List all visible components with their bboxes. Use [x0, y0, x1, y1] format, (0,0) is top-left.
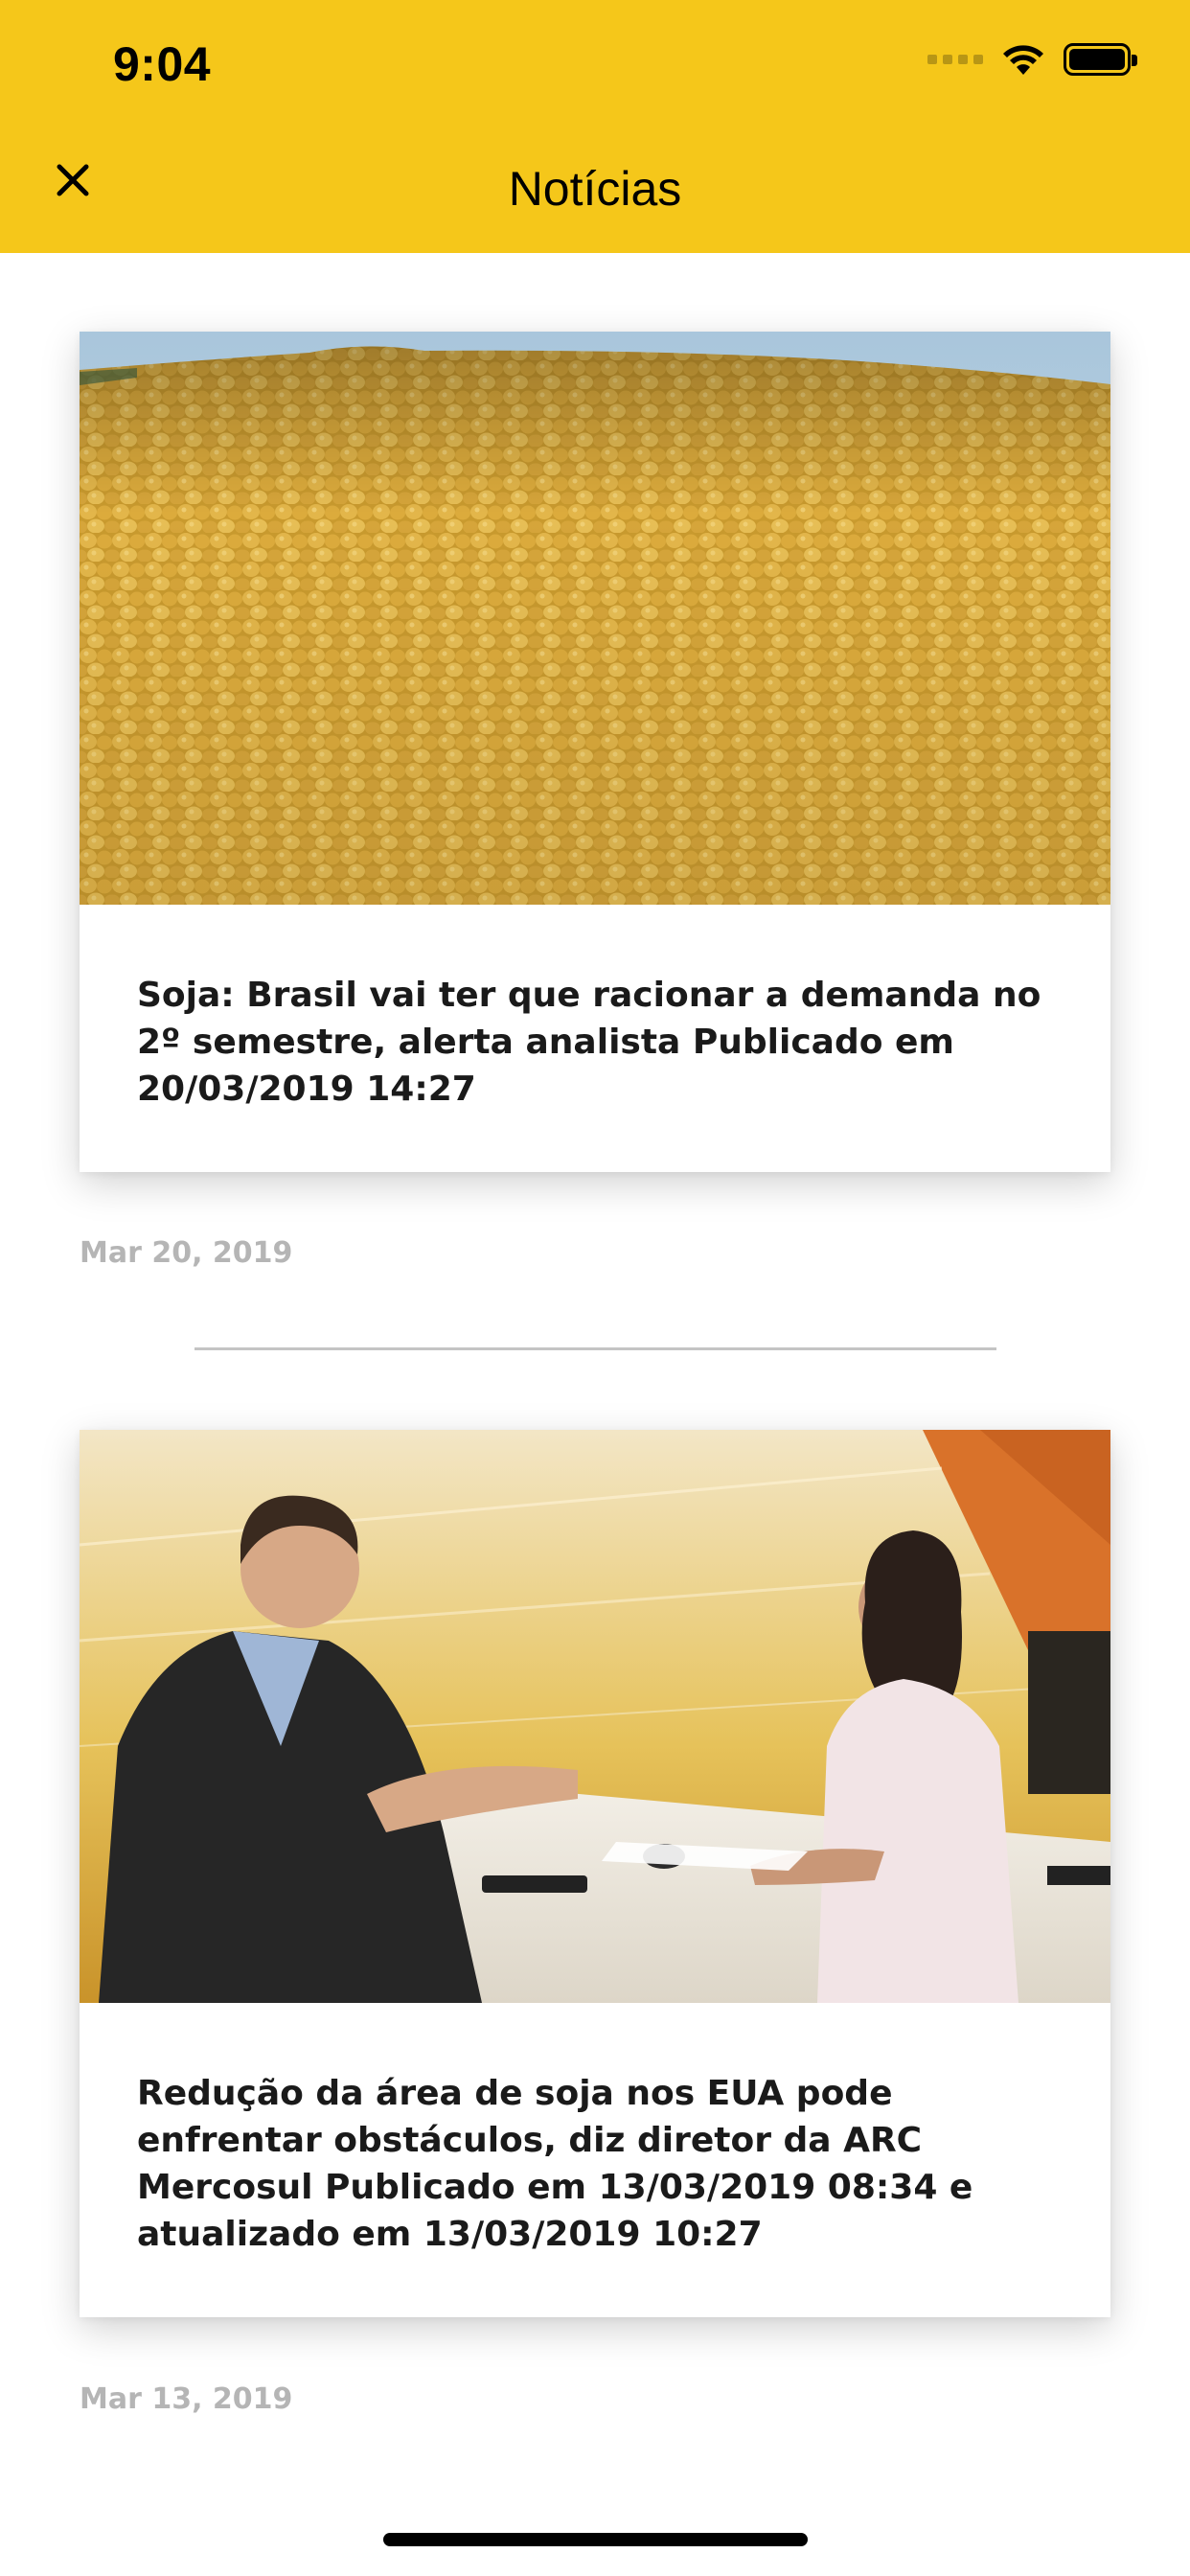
page-title: Notícias	[508, 162, 682, 216]
battery-icon	[1064, 43, 1137, 76]
divider	[195, 1347, 996, 1350]
app-header: 9:04 Notícias	[0, 0, 1190, 253]
news-image-soybeans	[80, 332, 1110, 905]
news-image-interview	[80, 1430, 1110, 2003]
news-headline: Soja: Brasil vai ter que racionar a dema…	[137, 976, 1041, 1109]
wifi-icon	[1003, 45, 1043, 75]
status-time: 9:04	[113, 37, 212, 91]
home-indicator[interactable]	[383, 2533, 808, 2546]
news-date: Mar 20, 2019	[80, 1236, 293, 1270]
status-icons	[927, 42, 1137, 77]
news-headline: Redução da área de soja nos EUA pode enf…	[137, 2074, 973, 2254]
news-date: Mar 13, 2019	[80, 2382, 293, 2416]
cellular-signal-icon	[927, 55, 983, 64]
news-card[interactable]: Redução da área de soja nos EUA pode enf…	[80, 1430, 1110, 2317]
news-card[interactable]: Soja: Brasil vai ter que racionar a dema…	[80, 332, 1110, 1172]
